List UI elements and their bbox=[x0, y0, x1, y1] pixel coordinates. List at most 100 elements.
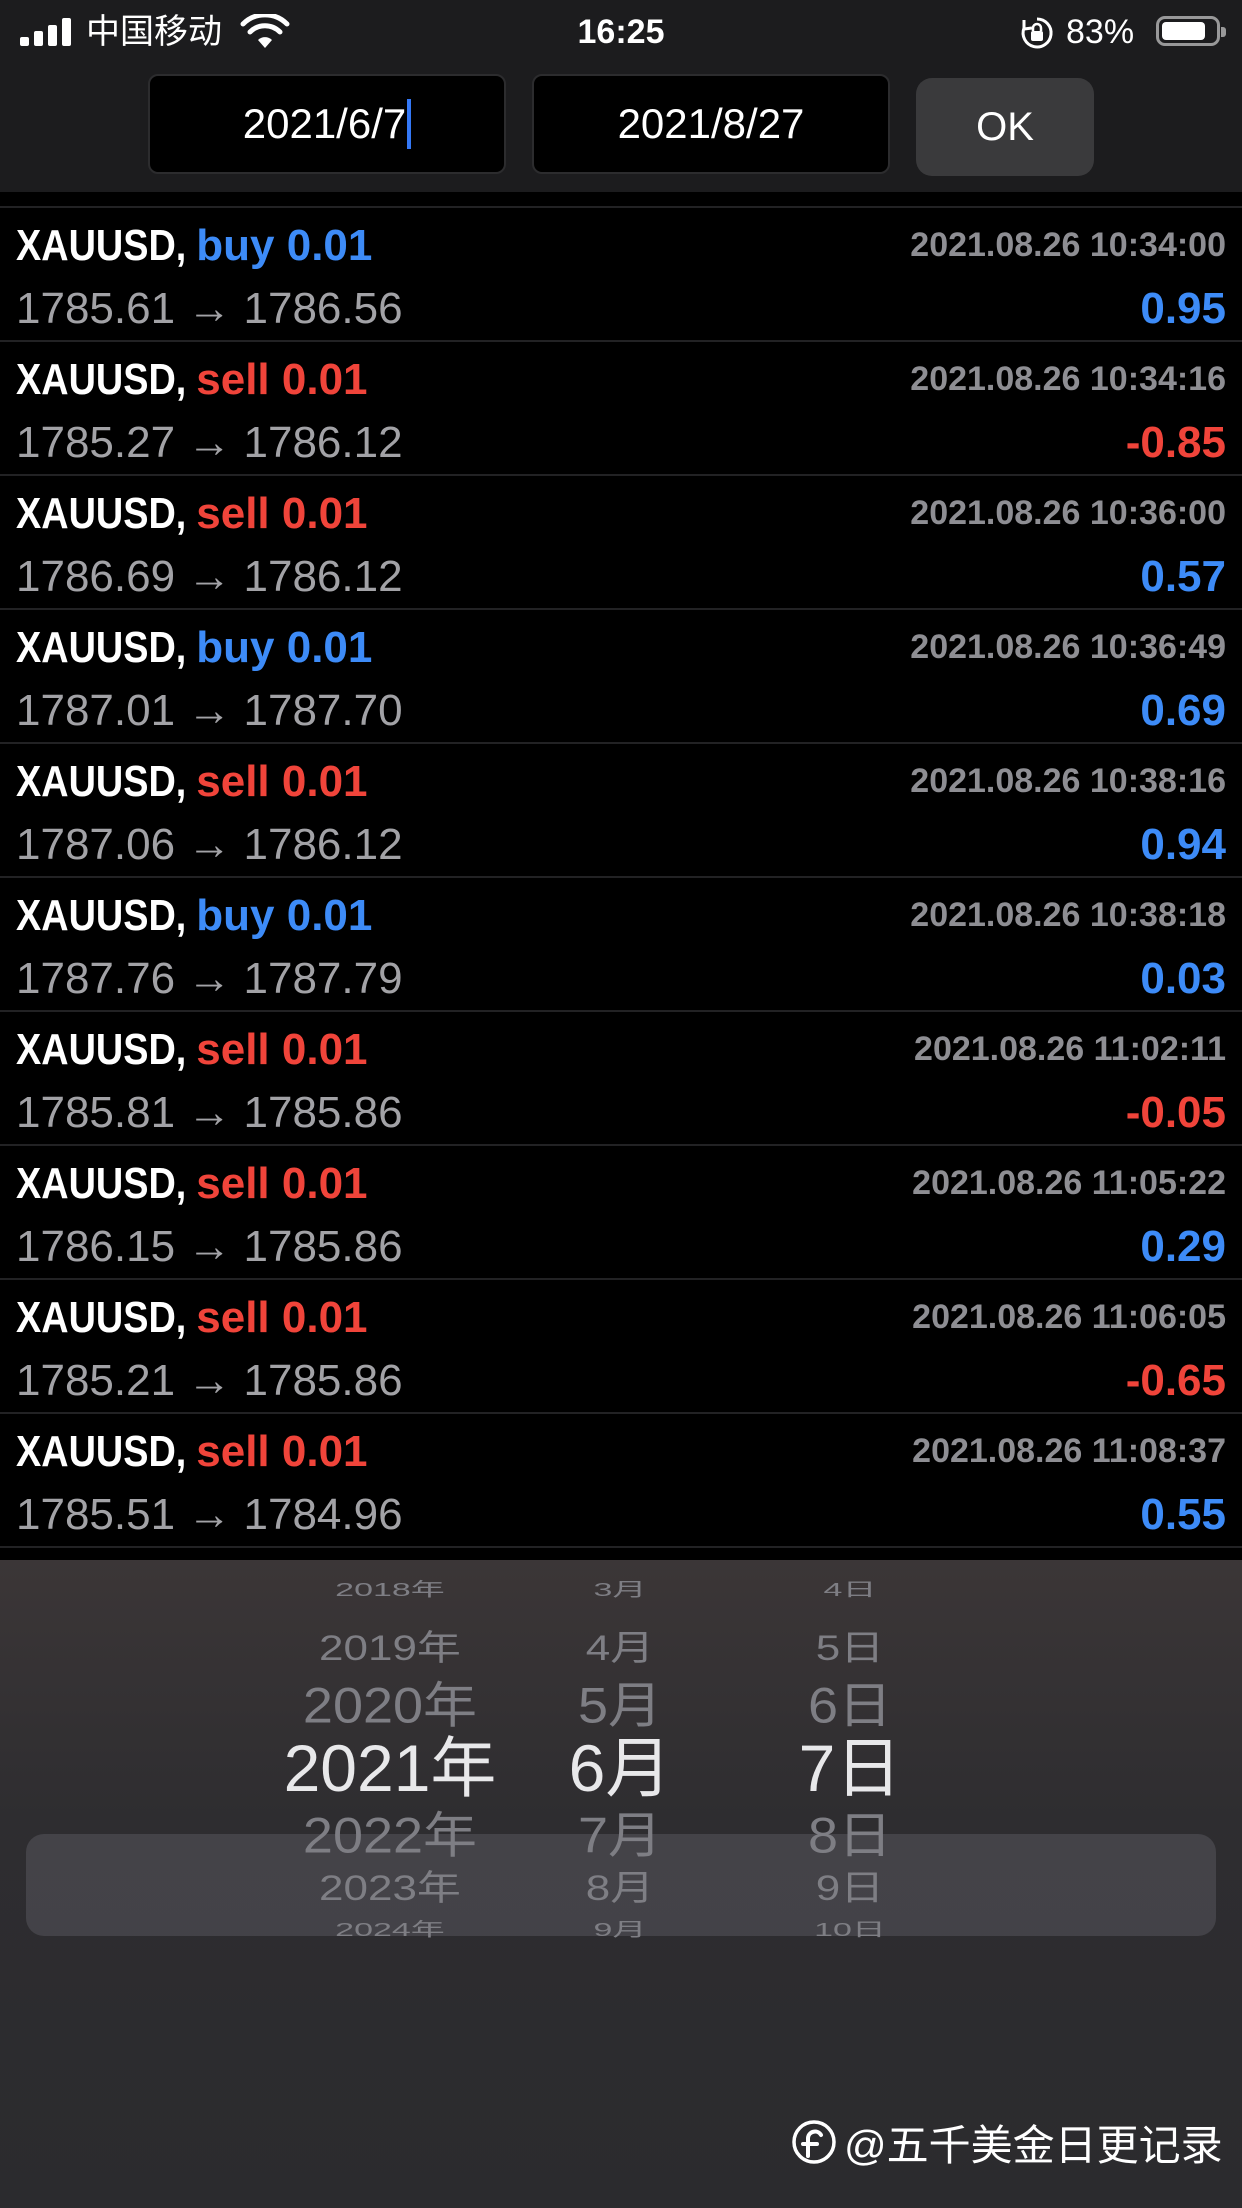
picker-day-option[interactable]: 4日 bbox=[760, 1577, 940, 1603]
trade-profit: 0.57 bbox=[1140, 552, 1226, 601]
trade-time: 2021.08.26 10:34:16 bbox=[910, 360, 1226, 398]
trade-row-partial bbox=[0, 192, 1242, 208]
trade-symbol: XAUUSD, bbox=[16, 757, 187, 806]
trade-symbol: XAUUSD, bbox=[16, 1159, 187, 1208]
picker-year-column[interactable]: 2018年 2019年 2020年 2021年 2022年 2023年 2024年 bbox=[230, 1560, 550, 2208]
trade-row[interactable]: XAUUSD, sell 0.01 2021.08.26 11:06:05 1785… bbox=[0, 1280, 1242, 1414]
date-to-field[interactable]: 2021/8/27 bbox=[532, 74, 890, 174]
picker-day-option[interactable]: 7日 bbox=[760, 1728, 940, 1808]
text-caret bbox=[407, 99, 412, 149]
trade-time: 2021.08.26 10:38:18 bbox=[910, 896, 1226, 934]
trade-row[interactable]: XAUUSD, buy 0.01 2021.08.26 10:34:00 1785.… bbox=[0, 208, 1242, 342]
trade-symbol: XAUUSD, bbox=[16, 1427, 187, 1476]
trade-prices: 1787.06 → 1786.12 bbox=[16, 820, 403, 869]
date-range-bar: 2021/6/7 2021/8/27 OK bbox=[0, 74, 1242, 178]
trade-symbol: XAUUSD, bbox=[16, 891, 187, 940]
trade-side: buy bbox=[196, 221, 275, 270]
trade-row[interactable]: XAUUSD, sell 0.01 2021.08.26 11:05:22 1786… bbox=[0, 1146, 1242, 1280]
trade-prices: 1785.61 → 1786.56 bbox=[16, 284, 403, 333]
orientation-lock-icon bbox=[1021, 17, 1053, 49]
ok-button[interactable]: OK bbox=[916, 78, 1094, 176]
picker-year-option[interactable]: 2023年 bbox=[230, 1866, 550, 1912]
trade-profit: 0.94 bbox=[1140, 820, 1226, 869]
trade-time: 2021.08.26 10:38:16 bbox=[910, 762, 1226, 800]
trade-header: XAUUSD, sell 0.01 bbox=[16, 754, 368, 810]
picker-year-option[interactable]: 2021年 bbox=[230, 1728, 550, 1808]
trade-header: XAUUSD, sell 0.01 bbox=[16, 352, 368, 408]
trade-profit: 0.95 bbox=[1140, 284, 1226, 333]
trade-side: sell bbox=[196, 1427, 270, 1476]
picker-month-option[interactable]: 6月 bbox=[530, 1728, 710, 1808]
trade-volume: 0.01 bbox=[281, 489, 368, 538]
trade-symbol: XAUUSD, bbox=[16, 489, 187, 538]
trade-header: XAUUSD, sell 0.01 bbox=[16, 1156, 368, 1212]
trade-row[interactable]: XAUUSD, sell 0.01 2021.08.26 10:36:00 1786… bbox=[0, 476, 1242, 610]
picker-month-option[interactable]: 4月 bbox=[530, 1626, 710, 1672]
watermark-text: @五千美金日更记录 bbox=[844, 2121, 1223, 2169]
trade-prices: 1785.27 → 1786.12 bbox=[16, 418, 403, 467]
picker-month-option[interactable]: 3月 bbox=[530, 1577, 710, 1603]
picker-month-column[interactable]: 3月 4月 5月 6月 7月 8月 9月 bbox=[530, 1560, 710, 2208]
trade-row[interactable]: XAUUSD, buy 0.01 2021.08.26 10:36:49 1787.… bbox=[0, 610, 1242, 744]
trade-volume: 0.01 bbox=[281, 1025, 368, 1074]
trade-side: sell bbox=[196, 1159, 270, 1208]
status-time: 16:25 bbox=[577, 13, 665, 51]
trade-row[interactable]: XAUUSD, buy 0.01 2021.08.26 10:38:18 1787.… bbox=[0, 878, 1242, 1012]
trade-symbol: XAUUSD, bbox=[16, 1293, 187, 1342]
trade-volume: 0.01 bbox=[286, 623, 373, 672]
trade-side: sell bbox=[196, 355, 270, 404]
trade-row[interactable]: XAUUSD, sell 0.01 2021.08.26 10:34:16 1785… bbox=[0, 342, 1242, 476]
trade-time: 2021.08.26 11:05:22 bbox=[912, 1164, 1226, 1202]
trade-history-list[interactable]: XAUUSD, buy 0.01 2021.08.26 10:34:00 1785.… bbox=[0, 192, 1242, 1560]
trade-header: XAUUSD, sell 0.01 bbox=[16, 1022, 368, 1078]
trade-prices: 1786.69 → 1786.12 bbox=[16, 552, 403, 601]
picker-day-option[interactable]: 8日 bbox=[760, 1805, 940, 1868]
trade-volume: 0.01 bbox=[281, 1159, 368, 1208]
trade-profit: 0.03 bbox=[1140, 954, 1226, 1003]
picker-month-option[interactable]: 9月 bbox=[530, 1917, 710, 1943]
trade-profit: 0.69 bbox=[1140, 686, 1226, 735]
trade-time: 2021.08.26 10:36:00 bbox=[910, 494, 1226, 532]
trade-prices: 1787.76 → 1787.79 bbox=[16, 954, 403, 1003]
trade-time: 2021.08.26 11:08:37 bbox=[912, 1432, 1226, 1470]
trade-header: XAUUSD, buy 0.01 bbox=[16, 218, 372, 274]
picker-month-option[interactable]: 8月 bbox=[530, 1866, 710, 1912]
trade-profit: -0.05 bbox=[1125, 1088, 1226, 1137]
trade-volume: 0.01 bbox=[286, 891, 373, 940]
top-area: 中国移动 16:25 83% 2021/6/7 2021/8/27 OK bbox=[0, 0, 1242, 192]
trade-time: 2021.08.26 10:36:49 bbox=[910, 628, 1226, 666]
trade-row[interactable]: XAUUSD, sell 0.01 2021.08.26 11:08:37 1785… bbox=[0, 1414, 1242, 1548]
picker-day-option[interactable]: 10日 bbox=[760, 1917, 940, 1943]
trade-volume: 0.01 bbox=[281, 355, 368, 404]
trade-symbol: XAUUSD, bbox=[16, 1025, 187, 1074]
trade-header: XAUUSD, sell 0.01 bbox=[16, 1290, 368, 1346]
trade-profit: -0.85 bbox=[1125, 418, 1226, 467]
trade-volume: 0.01 bbox=[281, 757, 368, 806]
date-to-value: 2021/8/27 bbox=[617, 100, 805, 147]
trade-side: sell bbox=[196, 757, 270, 806]
picker-day-option[interactable]: 9日 bbox=[760, 1866, 940, 1912]
picker-year-option[interactable]: 2019年 bbox=[230, 1626, 550, 1672]
weibo-logo-icon bbox=[792, 2120, 836, 2164]
trade-profit: 0.55 bbox=[1140, 1490, 1226, 1539]
trade-side: sell bbox=[196, 1025, 270, 1074]
trade-time: 2021.08.26 11:06:05 bbox=[912, 1298, 1226, 1336]
trade-row[interactable]: XAUUSD, sell 0.01 2021.08.26 11:02:11 1785… bbox=[0, 1012, 1242, 1146]
battery-percent: 83% bbox=[1066, 13, 1135, 51]
trade-side: buy bbox=[196, 623, 275, 672]
trade-symbol: XAUUSD, bbox=[16, 623, 187, 672]
trade-row[interactable]: XAUUSD, sell 0.01 2021.08.26 10:38:16 1787… bbox=[0, 744, 1242, 878]
trade-profit: 0.29 bbox=[1140, 1222, 1226, 1271]
picker-month-option[interactable]: 7月 bbox=[530, 1805, 710, 1868]
trade-header: XAUUSD, buy 0.01 bbox=[16, 888, 372, 944]
date-from-field[interactable]: 2021/6/7 bbox=[148, 74, 506, 174]
picker-year-option[interactable]: 2024年 bbox=[230, 1917, 550, 1943]
trade-prices: 1785.81 → 1785.86 bbox=[16, 1088, 403, 1137]
picker-year-option[interactable]: 2018年 bbox=[230, 1577, 550, 1603]
trade-header: XAUUSD, sell 0.01 bbox=[16, 1424, 368, 1480]
trade-volume: 0.01 bbox=[281, 1427, 368, 1476]
trade-volume: 0.01 bbox=[286, 221, 373, 270]
picker-day-option[interactable]: 5日 bbox=[760, 1626, 940, 1672]
picker-year-option[interactable]: 2022年 bbox=[230, 1805, 550, 1868]
trade-header: XAUUSD, buy 0.01 bbox=[16, 620, 372, 676]
